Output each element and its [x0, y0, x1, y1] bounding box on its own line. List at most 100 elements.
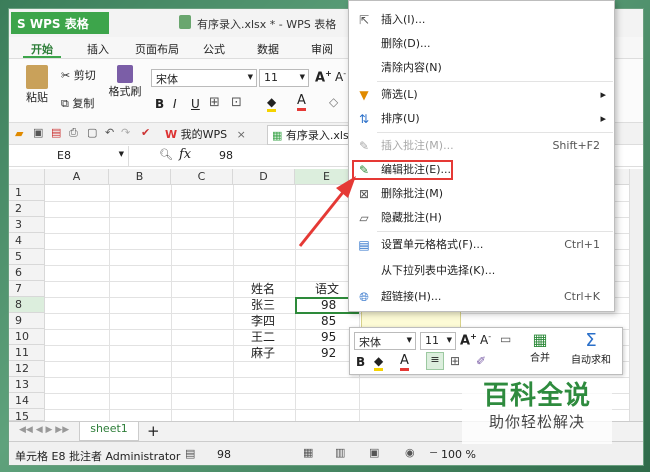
cut-button[interactable]: ✂ 剪切	[61, 67, 96, 83]
row-header[interactable]: 2	[9, 201, 45, 217]
row-header[interactable]: 12	[9, 361, 45, 377]
open-folder-icon[interactable]: ▰	[15, 127, 23, 140]
border-icon[interactable]: ⊞	[209, 95, 220, 110]
shrink-font-icon[interactable]: A-	[335, 69, 346, 84]
cell-e11[interactable]: 92	[321, 346, 336, 361]
row-header[interactable]: 7	[9, 281, 45, 297]
column-header-b[interactable]: B	[109, 169, 171, 185]
cell-e7[interactable]: 语文	[315, 282, 339, 297]
sheet-nav-icon[interactable]: ◀◀ ◀ ▶ ▶▶	[19, 425, 69, 435]
undo-icon[interactable]: ↶	[105, 126, 114, 139]
cell-d9[interactable]: 李四	[251, 314, 275, 329]
select-all-corner[interactable]	[9, 169, 45, 185]
formula-input[interactable]: 98	[219, 149, 233, 162]
italic-button[interactable]: I	[173, 97, 177, 111]
fx-icon[interactable]: fx	[179, 147, 191, 162]
paste-button[interactable]: 粘贴	[17, 65, 57, 105]
comment-icon[interactable]: ▭	[500, 332, 511, 346]
cell-style-icon[interactable]: ⊡	[231, 95, 242, 110]
sheet-tab-sheet1[interactable]: sheet1	[79, 422, 139, 441]
doc-tab-my-wps[interactable]: W 我的WPS ×	[165, 126, 246, 142]
cell-e8[interactable]: 98	[321, 298, 336, 313]
font-size-select[interactable]: 11 ▼	[259, 69, 309, 87]
menu-item-format-cells[interactable]: ▤ 设置单元格格式(F)... Ctrl+1	[349, 234, 614, 256]
mini-brush-icon[interactable]: ✐	[476, 354, 486, 368]
tab-review[interactable]: 审阅	[311, 41, 333, 57]
name-box[interactable]: E8 ▼	[9, 146, 129, 166]
row-header[interactable]: 5	[9, 249, 45, 265]
grow-font-icon[interactable]: A+	[315, 69, 332, 85]
tab-formulas[interactable]: 公式	[203, 41, 225, 57]
row-header[interactable]: 3	[9, 217, 45, 233]
font-name-select[interactable]: 宋体 ▼	[151, 69, 257, 87]
zoom-search-icon[interactable]: 🔍︎	[159, 148, 173, 161]
redo-icon[interactable]: ↷	[121, 126, 130, 139]
page-break-view-icon[interactable]: ▥	[335, 446, 345, 459]
mini-border-icon[interactable]: ⊞	[450, 354, 460, 368]
zoom-out-icon[interactable]: −	[429, 446, 438, 459]
underline-button[interactable]: U	[191, 97, 200, 111]
shrink-font-icon[interactable]: A-	[480, 332, 491, 347]
bold-button[interactable]: B	[155, 97, 164, 111]
menu-item-filter[interactable]: ▼ 筛选(L) ▸	[349, 84, 614, 106]
pdf-icon[interactable]: ▤	[51, 126, 61, 139]
tab-data[interactable]: 数据	[257, 41, 279, 57]
column-header-d[interactable]: D	[233, 169, 295, 185]
row-header[interactable]: 15	[9, 409, 45, 423]
tab-insert[interactable]: 插入	[87, 41, 109, 57]
fill-color-icon[interactable]: ◆	[267, 95, 277, 112]
save-icon[interactable]: ▣	[33, 126, 43, 139]
close-icon[interactable]: ×	[237, 128, 246, 141]
cell-d11[interactable]: 麻子	[251, 346, 275, 361]
row-header[interactable]: 8	[9, 297, 45, 313]
calculator-icon[interactable]: ▤	[185, 447, 195, 460]
format-painter-button[interactable]: 格式刷	[107, 65, 143, 99]
grow-font-icon[interactable]: A+	[460, 332, 477, 348]
menu-item-delete[interactable]: 删除(D)...	[349, 33, 614, 55]
row-header[interactable]: 6	[9, 265, 45, 281]
align-center-icon[interactable]: ≡	[426, 352, 444, 370]
cell-e10[interactable]: 95	[321, 330, 336, 345]
row-header[interactable]: 4	[9, 233, 45, 249]
row-header[interactable]: 11	[9, 345, 45, 361]
page-layout-view-icon[interactable]: ▣	[369, 446, 379, 459]
menu-item-pick-from-list[interactable]: 从下拉列表中选择(K)...	[349, 260, 614, 282]
copy-button[interactable]: ⧉ 复制	[61, 95, 94, 111]
doc-tab-active[interactable]: ▦ 有序录入.xlsx	[267, 125, 361, 145]
mini-fill-color-icon[interactable]: ◆	[374, 354, 384, 371]
row-header[interactable]: 10	[9, 329, 45, 345]
print-preview-icon[interactable]: ▢	[87, 126, 97, 139]
mini-font-name-select[interactable]: 宋体 ▼	[354, 332, 416, 350]
menu-item-hide-comment[interactable]: ▱ 隐藏批注(H)	[349, 207, 614, 229]
menu-item-sort[interactable]: ⇅ 排序(U) ▸	[349, 108, 614, 130]
column-header-c[interactable]: C	[171, 169, 233, 185]
column-header-a[interactable]: A	[45, 169, 109, 185]
row-header[interactable]: 1	[9, 185, 45, 201]
mini-bold-button[interactable]: B	[356, 355, 365, 369]
menu-item-hyperlink[interactable]: 🌐︎ 超链接(H)... Ctrl+K	[349, 286, 614, 308]
font-color-icon[interactable]: A	[297, 93, 306, 111]
row-header[interactable]: 14	[9, 393, 45, 409]
print-icon[interactable]: ⎙	[69, 126, 78, 140]
autosum-button[interactable]: Σ 自动求和	[562, 330, 620, 366]
add-sheet-icon[interactable]: +	[147, 422, 160, 440]
dropdown-check-icon[interactable]: ✔	[141, 126, 150, 139]
row-header[interactable]: 13	[9, 377, 45, 393]
merge-button[interactable]: ▦ 合并	[522, 330, 558, 364]
app-menu-button[interactable]: S WPS 表格 ▼	[11, 12, 109, 45]
mini-font-color-icon[interactable]: A	[400, 353, 409, 371]
normal-view-icon[interactable]: ▦	[303, 446, 313, 459]
cell-d10[interactable]: 王二	[251, 330, 275, 345]
menu-item-insert-comment[interactable]: ✎ 插入批注(M)... Shift+F2	[349, 135, 614, 157]
tab-home[interactable]: 开始	[31, 41, 53, 57]
cell-d7[interactable]: 姓名	[251, 282, 275, 297]
eye-protect-icon[interactable]: ◉	[405, 446, 415, 459]
menu-item-insert[interactable]: ⇱ 插入(I)...	[349, 9, 614, 31]
tab-page-layout[interactable]: 页面布局	[135, 41, 179, 57]
cell-e9[interactable]: 85	[321, 314, 336, 329]
mini-font-size-select[interactable]: 11 ▼	[420, 332, 456, 350]
menu-item-clear-contents[interactable]: 清除内容(N)	[349, 57, 614, 79]
vertical-scrollbar[interactable]	[629, 169, 643, 421]
menu-item-delete-comment[interactable]: ⊠ 删除批注(M)	[349, 183, 614, 205]
clear-format-icon[interactable]: ◇	[329, 95, 338, 109]
